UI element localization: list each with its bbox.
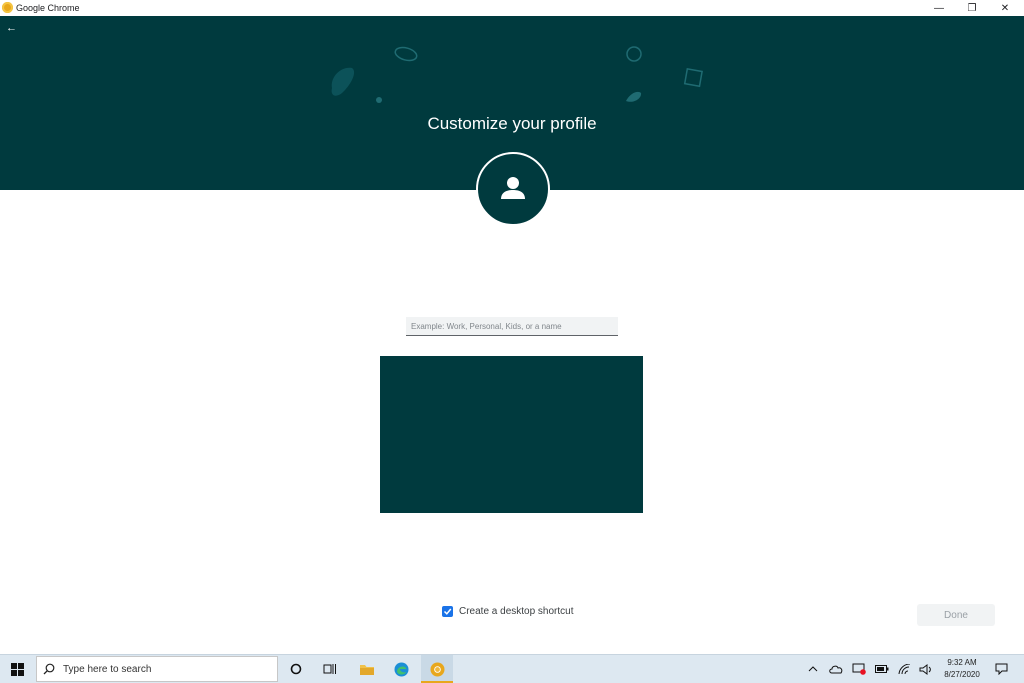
back-arrow-icon[interactable]: ←: [6, 22, 17, 34]
cloud-icon: [829, 665, 843, 673]
task-view-button[interactable]: [318, 655, 342, 683]
avatar[interactable]: [476, 152, 550, 226]
chevron-up-icon: [808, 666, 818, 672]
taskbar-clock[interactable]: 9:32 AM 8/27/2020: [938, 657, 986, 681]
notification-icon: [995, 663, 1007, 675]
taskbar-search-box[interactable]: Type here to search: [36, 656, 278, 682]
cortana-button[interactable]: [284, 655, 308, 683]
title-bar: Google Chrome — ❐ ✕: [0, 0, 1024, 16]
chrome-icon: [430, 662, 444, 676]
windows-icon: [10, 662, 24, 676]
profile-name-input[interactable]: [406, 317, 618, 336]
page-title: Customize your profile: [427, 114, 597, 133]
taskbar: Type here to search 9:32 AM 8/27/2020: [0, 654, 1024, 683]
chrome-logo-icon: [2, 2, 13, 13]
wifi-icon: [898, 663, 911, 674]
cortana-circle-icon: [290, 663, 302, 675]
folder-icon: [360, 664, 374, 675]
theme-color-panel[interactable]: [380, 356, 643, 513]
desktop-shortcut-option[interactable]: Create a desktop shortcut: [442, 605, 574, 618]
close-button[interactable]: ✕: [988, 0, 1022, 16]
checkbox[interactable]: [442, 606, 453, 617]
security-tray-button[interactable]: [851, 655, 867, 683]
start-button[interactable]: [0, 655, 34, 683]
done-button[interactable]: Done: [917, 604, 995, 626]
search-icon: [43, 663, 55, 675]
monitor-alert-icon: [852, 663, 866, 675]
clock-date: 8/27/2020: [944, 670, 980, 679]
minimize-button[interactable]: —: [922, 0, 956, 16]
volume-button[interactable]: [918, 655, 934, 683]
speaker-icon: [919, 663, 931, 675]
maximize-button[interactable]: ❐: [955, 0, 989, 16]
task-view-icon: [323, 664, 336, 674]
window-title: Google Chrome: [16, 3, 80, 13]
show-hidden-icons-button[interactable]: [806, 655, 820, 683]
edge-button[interactable]: [389, 655, 413, 683]
chrome-taskbar-button[interactable]: [421, 655, 453, 683]
battery-button[interactable]: [874, 655, 890, 683]
onedrive-button[interactable]: [828, 655, 844, 683]
search-placeholder: Type here to search: [63, 663, 152, 675]
battery-icon: [875, 665, 889, 673]
action-center-button[interactable]: [992, 655, 1010, 683]
edge-icon: [394, 662, 408, 676]
wifi-button[interactable]: [897, 655, 913, 683]
checkmark-icon: [443, 608, 452, 615]
person-icon: [501, 177, 525, 199]
file-explorer-button[interactable]: [355, 655, 379, 683]
clock-time: 9:32 AM: [947, 658, 977, 667]
shortcut-label: Create a desktop shortcut: [459, 606, 574, 617]
